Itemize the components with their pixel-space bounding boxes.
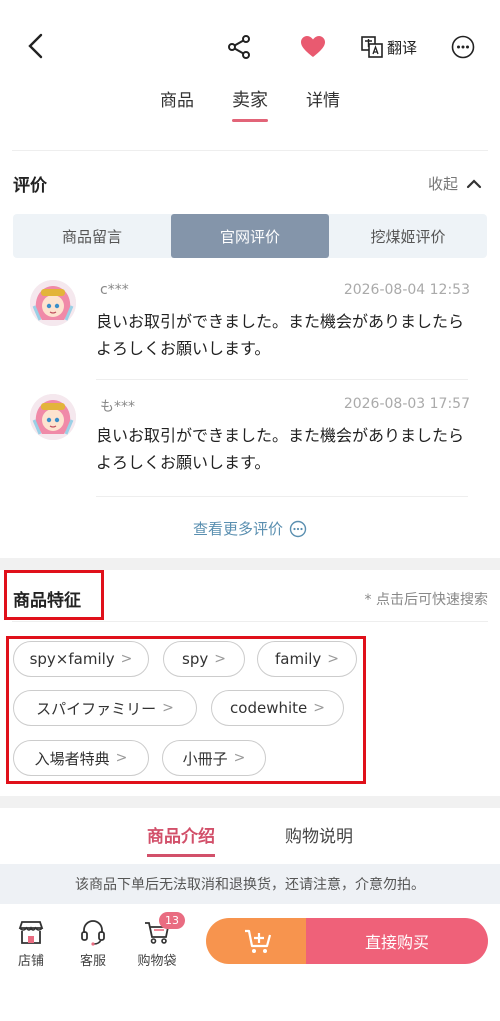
shop-label: 店铺 (17, 954, 44, 969)
reviewer-name: c*** (100, 282, 129, 298)
features-hint: * 点击后可快速搜索 (364, 592, 488, 608)
reviews-title: 评价 (13, 176, 47, 196)
feature-tag[interactable]: 入場者特典 > (13, 740, 149, 776)
more-options-icon[interactable] (448, 32, 478, 62)
top-bar: 翻译 商品 卖家 详情 (0, 0, 500, 150)
reviews-section: 评价 收起 商品留言 官网评价 挖煤姬评价 c*** 2026-08-04 12… (0, 158, 500, 558)
translate-label: 翻译 (386, 38, 417, 57)
tag-label: 小冊子 (182, 749, 228, 768)
chevron-right-icon: > (214, 651, 226, 667)
chevron-right-icon: > (115, 750, 128, 766)
top-tabs: 商品 卖家 详情 (0, 86, 500, 122)
tag-label: スパイファミリー (36, 699, 157, 718)
tab-details[interactable]: 详情 (306, 86, 340, 120)
intro-tabs: 商品介绍 购物说明 (0, 808, 500, 864)
avatar (30, 394, 76, 440)
add-to-cart-icon (245, 929, 272, 953)
tab-seller[interactable]: 卖家 (232, 86, 268, 122)
review-date: 2026-08-03 17:57 (343, 396, 470, 412)
view-more-reviews-label: 查看更多评价 (192, 520, 283, 538)
feature-tag[interactable]: 小冊子 > (162, 740, 266, 776)
tab-product[interactable]: 商品 (160, 86, 194, 120)
favorite-heart-icon[interactable] (298, 32, 328, 62)
chevron-right-icon: > (162, 700, 174, 716)
review-date: 2026-08-04 12:53 (343, 282, 470, 298)
reviewer-name: も*** (100, 399, 135, 415)
review-divider (96, 379, 468, 380)
avatar (30, 280, 76, 326)
tag-label: spy (182, 650, 209, 668)
tag-label: 入場者特典 (34, 749, 110, 768)
review-text: 良いお取引ができました。また機会がありましたらよろしくお願いします。 (96, 312, 465, 358)
tab-product-intro[interactable]: 商品介绍 (147, 808, 215, 864)
header-divider (12, 150, 488, 151)
cart-count-badge: 13 (159, 912, 185, 929)
chevron-right-icon: > (233, 750, 246, 766)
features-divider (12, 621, 488, 622)
feature-tag[interactable]: family > (257, 641, 357, 677)
collapse-label: 收起 (427, 175, 458, 193)
shop-button[interactable]: 店铺 (6, 918, 56, 969)
section-gap (0, 558, 500, 570)
cart-label: 购物袋 (137, 954, 177, 969)
cart-bag-button[interactable]: 购物袋 13 (131, 912, 185, 969)
translate-button[interactable]: 翻译 (354, 32, 424, 62)
segment-product-comments[interactable]: 商品留言 (13, 214, 171, 258)
feature-tag[interactable]: spy > (163, 641, 245, 677)
tag-label: spy×family (29, 650, 115, 668)
feature-tag[interactable]: codewhite > (211, 690, 344, 726)
add-to-cart-button[interactable] (206, 918, 310, 964)
share-icon[interactable] (224, 32, 254, 62)
no-return-notice: 该商品下单后无法取消和退换货，还请注意，介意勿拍。 (0, 864, 500, 904)
chevron-right-icon: > (120, 651, 133, 667)
feature-tag[interactable]: スパイファミリー > (13, 690, 197, 726)
headset-icon (81, 920, 105, 946)
segment-wamei-reviews[interactable]: 挖煤姬评价 (329, 214, 487, 258)
feature-tag[interactable]: spy×family > (13, 641, 149, 677)
tag-label: codewhite (230, 699, 308, 717)
tag-label: family (274, 650, 322, 668)
section-gap (0, 796, 500, 808)
tab-shopping-notes[interactable]: 购物说明 (285, 808, 353, 864)
customer-service-button[interactable]: 客服 (68, 918, 118, 969)
review-source-segments: 商品留言 官网评价 挖煤姬评价 (13, 214, 487, 258)
chevron-up-icon (466, 178, 482, 188)
chevron-right-icon: > (313, 700, 325, 716)
bottom-action-bar: 店铺 客服 购物袋 13 直接购买 (0, 904, 500, 1021)
review-divider (96, 496, 468, 497)
translate-icon (361, 36, 383, 58)
more-dots-icon (289, 520, 307, 537)
shop-icon (18, 921, 44, 944)
back-icon[interactable] (22, 32, 50, 60)
collapse-button[interactable]: 收起 (428, 173, 482, 194)
buy-now-button[interactable]: 直接购买 (306, 918, 488, 964)
features-title: 商品特征 (13, 591, 81, 611)
service-label: 客服 (79, 954, 106, 969)
product-features-section: 商品特征 * 点击后可快速搜索 spy×family > spy > family >… (0, 570, 500, 796)
chevron-right-icon: > (327, 651, 340, 667)
view-more-reviews-link[interactable]: 查看更多评价 (0, 518, 500, 539)
review-text: 良いお取引ができました。また機会がありましたらよろしくお願いします。 (96, 426, 465, 472)
segment-official-reviews[interactable]: 官网评价 (171, 214, 329, 258)
